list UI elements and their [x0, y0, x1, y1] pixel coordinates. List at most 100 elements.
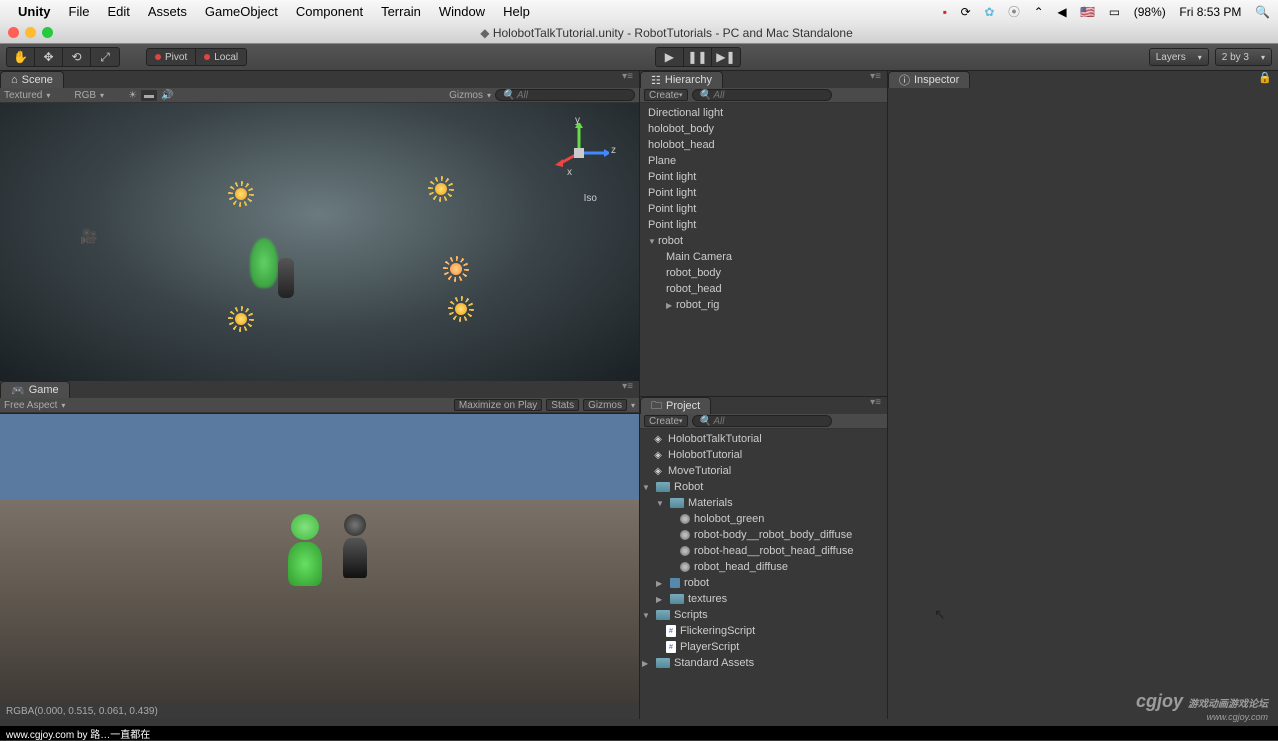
hierarchy-item[interactable]: Main Camera [640, 249, 887, 265]
project-item[interactable]: ▶robot [640, 575, 887, 591]
orientation-gizmo[interactable]: y z x [549, 123, 609, 183]
expand-arrow-icon[interactable]: ▶ [656, 595, 666, 604]
expand-arrow-icon[interactable]: ▶ [666, 301, 676, 310]
menu-assets[interactable]: Assets [148, 4, 187, 19]
inspector-tab-bar: ⓘInspector 🔒 [888, 71, 1278, 88]
project-item[interactable]: ◈HolobotTutorial [640, 447, 887, 463]
hierarchy-item[interactable]: holobot_head [640, 137, 887, 153]
stats-toggle[interactable]: Stats [546, 399, 579, 411]
aspect-dropdown[interactable]: Free Aspect [4, 400, 57, 411]
audio-toggle-icon[interactable]: 🔊 [161, 90, 173, 101]
project-item[interactable]: holobot_green [640, 511, 887, 527]
project-item[interactable]: ◈HolobotTalkTutorial [640, 431, 887, 447]
menu-edit[interactable]: Edit [107, 4, 129, 19]
maximize-toggle[interactable]: Maximize on Play [454, 399, 542, 411]
project-item[interactable]: robot-head__robot_head_diffuse [640, 543, 887, 559]
panel-menu-icon[interactable]: ▾≡ [616, 71, 639, 88]
hierarchy-item[interactable]: holobot_body [640, 121, 887, 137]
project-toolbar: Create ▾ 🔍 All [640, 414, 887, 429]
hierarchy-item[interactable]: robot_body [640, 265, 887, 281]
menu-window[interactable]: Window [439, 4, 485, 19]
zoom-button[interactable] [42, 27, 53, 38]
expand-arrow-icon[interactable]: ▼ [648, 237, 658, 246]
render-mode[interactable]: RGB [74, 90, 96, 101]
project-search[interactable]: 🔍 All [692, 415, 832, 427]
scene-search[interactable]: 🔍 All [495, 89, 635, 101]
project-folder-scripts[interactable]: ▼Scripts [640, 607, 887, 623]
hierarchy-item[interactable]: ▶robot_rig [640, 297, 887, 313]
hierarchy-item[interactable]: Point light [640, 185, 887, 201]
light-toggle-icon[interactable]: ☀ [128, 90, 137, 101]
project-tab[interactable]: 🗀Project [640, 397, 711, 414]
menu-app[interactable]: Unity [18, 4, 51, 19]
scene-viewport[interactable]: 🎥 y z x Iso [0, 103, 639, 381]
robot-object[interactable] [278, 258, 294, 298]
minimize-button[interactable] [25, 27, 36, 38]
project-folder-materials[interactable]: ▼Materials [640, 495, 887, 511]
hierarchy-search[interactable]: 🔍 All [692, 89, 832, 101]
menu-component[interactable]: Component [296, 4, 363, 19]
panel-menu-icon[interactable]: ▾≡ [864, 397, 887, 414]
hierarchy-tab[interactable]: ☷Hierarchy [640, 71, 723, 88]
hierarchy-item[interactable]: robot_head [640, 281, 887, 297]
scene-tab[interactable]: ⌂Scene [0, 71, 64, 88]
project-item[interactable]: ◈MoveTutorial [640, 463, 887, 479]
project-item[interactable]: #PlayerScript [640, 639, 887, 655]
hand-tool[interactable]: ✋ [7, 48, 35, 66]
local-toggle[interactable]: Local [196, 48, 247, 66]
panel-menu-icon[interactable]: ▾≡ [864, 71, 887, 88]
step-button[interactable]: ▶❚ [712, 48, 740, 66]
projection-label[interactable]: Iso [584, 193, 597, 204]
menu-terrain[interactable]: Terrain [381, 4, 421, 19]
pause-button[interactable]: ❚❚ [684, 48, 712, 66]
expand-arrow-icon[interactable]: ▶ [656, 579, 666, 588]
project-item[interactable]: #FlickeringScript [640, 623, 887, 639]
menu-gameobject[interactable]: GameObject [205, 4, 278, 19]
spotlight-icon[interactable]: 🔍 [1255, 5, 1270, 19]
hierarchy-item[interactable]: Point light [640, 169, 887, 185]
scale-tool[interactable]: ⤢ [91, 48, 119, 66]
play-button[interactable]: ▶ [656, 48, 684, 66]
project-item[interactable]: robot-body__robot_body_diffuse [640, 527, 887, 543]
gizmos-toggle[interactable]: Gizmos [449, 90, 483, 101]
create-dropdown[interactable]: Create ▾ [644, 415, 688, 427]
panel-menu-icon[interactable]: ▾≡ [616, 381, 639, 398]
light-gizmo-icon[interactable] [230, 308, 252, 330]
light-gizmo-icon[interactable] [450, 298, 472, 320]
light-gizmo-icon[interactable] [430, 178, 452, 200]
inspector-tab[interactable]: ⓘInspector [888, 71, 970, 88]
menu-help[interactable]: Help [503, 4, 530, 19]
camera-gizmo-icon[interactable]: 🎥 [80, 228, 97, 245]
skybox-toggle-icon[interactable]: ▬ [141, 90, 157, 101]
shading-mode[interactable]: Textured [4, 90, 42, 101]
light-gizmo-icon[interactable] [230, 183, 252, 205]
layout-dropdown[interactable]: 2 by 3▾ [1215, 48, 1272, 66]
close-button[interactable] [8, 27, 19, 38]
light-gizmo-icon[interactable] [445, 258, 467, 280]
lock-icon[interactable]: 🔒 [1252, 71, 1278, 88]
game-tab[interactable]: 🎮Game [0, 381, 70, 398]
create-dropdown[interactable]: Create ▾ [644, 89, 688, 101]
project-item[interactable]: ▶Standard Assets [640, 655, 887, 671]
hierarchy-item[interactable]: Plane [640, 153, 887, 169]
material-icon [680, 514, 690, 524]
pivot-toggle[interactable]: Pivot [146, 48, 196, 66]
project-folder-robot[interactable]: ▼Robot [640, 479, 887, 495]
expand-arrow-icon[interactable]: ▼ [656, 499, 666, 508]
hierarchy-item[interactable]: Point light [640, 201, 887, 217]
project-item[interactable]: robot_head_diffuse [640, 559, 887, 575]
move-tool[interactable]: ✥ [35, 48, 63, 66]
layers-dropdown[interactable]: Layers▾ [1149, 48, 1209, 66]
game-toolbar: Free Aspect▾ Maximize on Play Stats Gizm… [0, 398, 639, 413]
menu-file[interactable]: File [69, 4, 90, 19]
expand-arrow-icon[interactable]: ▼ [642, 483, 652, 492]
expand-arrow-icon[interactable]: ▼ [642, 611, 652, 620]
project-item[interactable]: ▶textures [640, 591, 887, 607]
game-gizmos-toggle[interactable]: Gizmos [583, 399, 627, 411]
holobot-object[interactable] [250, 238, 278, 288]
hierarchy-item[interactable]: Point light [640, 217, 887, 233]
hierarchy-item-robot[interactable]: ▼robot [640, 233, 887, 249]
expand-arrow-icon[interactable]: ▶ [642, 659, 652, 668]
hierarchy-item[interactable]: Directional light [640, 105, 887, 121]
rotate-tool[interactable]: ⟲ [63, 48, 91, 66]
